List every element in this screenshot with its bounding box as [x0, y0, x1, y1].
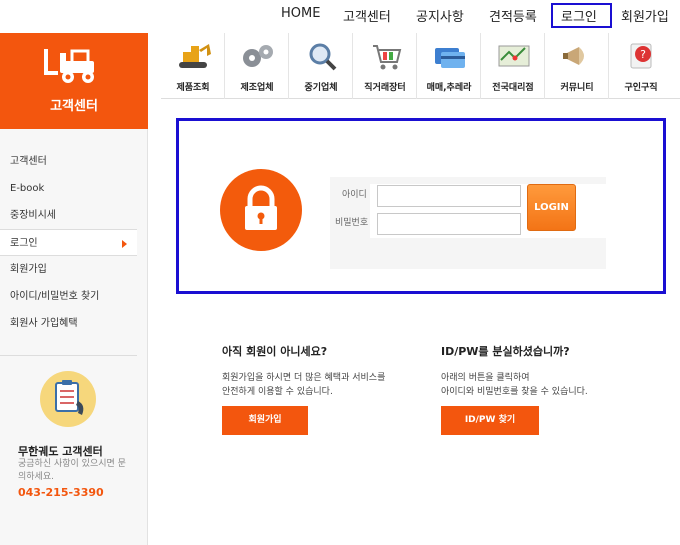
login-box: 아이디 비밀번호 LOGIN [176, 118, 666, 294]
password-label: 비밀번호 [335, 218, 369, 228]
page: HOME 고객센터 공지사항 견적등록 로그인 회원가입 고객센터 고객센터 E… [0, 0, 680, 545]
nav-quote[interactable]: 견적등록 [489, 6, 537, 25]
category-jobs[interactable]: ? 구인구직 [609, 33, 673, 99]
help-icon: ? [630, 43, 652, 69]
sidebar-divider [0, 355, 137, 356]
sidebar-title: 고객센터 [50, 99, 98, 114]
category-label: 직거래장터 [364, 83, 406, 93]
join-desc-line1: 회원가입을 하시면 더 많은 혜택과 서비스를 [222, 373, 386, 383]
svg-text:?: ? [640, 48, 646, 61]
sidebar-item-customer-center[interactable]: 고객센터 [0, 148, 148, 175]
category-community[interactable]: 커뮤니티 [545, 33, 609, 99]
cs-phone[interactable]: 043-215-3390 [18, 486, 104, 499]
sidebar-item-label: 회원사 가입혜택 [10, 318, 78, 329]
login-form: 아이디 비밀번호 LOGIN [330, 177, 606, 269]
gears-icon [243, 45, 273, 67]
top-nav: HOME 고객센터 공지사항 견적등록 로그인 회원가입 [0, 0, 680, 33]
credit-card-icon [435, 48, 465, 68]
sidebar-item-label: 회원가입 [10, 264, 47, 275]
sidebar-item-label: 아이디/비밀번호 찾기 [10, 291, 100, 302]
nav-notice[interactable]: 공지사항 [416, 6, 464, 25]
category-label: 구인구직 [624, 83, 658, 93]
category-product-search[interactable]: 제품조회 [161, 33, 225, 99]
chevron-right-icon [122, 240, 127, 248]
find-desc-line2: 아이디와 비밀번호를 찾을 수 있습니다. [441, 387, 588, 397]
nav-join[interactable]: 회원가입 [621, 6, 669, 25]
category-dealers[interactable]: 전국대리점 [481, 33, 545, 99]
join-desc-line2: 안전하게 이용할 수 있습니다. [222, 387, 333, 397]
find-title: ID/PW를 분실하셨습니까? [441, 345, 570, 358]
nav-customer-center[interactable]: 고객센터 [343, 6, 391, 25]
join-button[interactable]: 회원가입 [222, 406, 308, 435]
category-label: 커뮤니티 [560, 83, 594, 93]
sidebar-item-login[interactable]: 로그인 [0, 229, 137, 256]
find-desc-line1: 아래의 버튼을 클릭하여 [441, 373, 530, 383]
category-trade-trailer[interactable]: 매매,추레라 [417, 33, 481, 99]
category-label: 제품조회 [176, 83, 210, 93]
category-manufacturer[interactable]: 제조업체 [225, 33, 289, 99]
magnifier-icon [309, 43, 337, 71]
category-marketplace[interactable]: 직거래장터 [353, 33, 417, 99]
find-section: ID/PW를 분실하셨습니까? 아래의 버튼을 클릭하여 아이디와 비밀번호를 … [441, 343, 641, 435]
sidebar-item-label: E-book [10, 183, 45, 194]
clipboard-phone-icon [40, 371, 96, 427]
category-label: 전국대리점 [492, 83, 534, 93]
sidebar-item-label: 고객센터 [10, 156, 47, 167]
sidebar-item-price[interactable]: 중장비시세 [0, 202, 148, 229]
sidebar-item-find-id-pw[interactable]: 아이디/비밀번호 찾기 [0, 283, 148, 310]
lock-icon [220, 169, 302, 251]
category-heavy-equipment[interactable]: 중기업체 [289, 33, 353, 99]
sidebar-menu: 고객센터 E-book 중장비시세 로그인 회원가입 아이디/비밀번호 찾기 회… [0, 148, 148, 337]
category-label: 제조업체 [240, 83, 274, 93]
find-id-pw-button[interactable]: ID/PW 찾기 [441, 406, 539, 435]
excavator-icon [179, 44, 211, 68]
password-input[interactable] [377, 213, 521, 235]
sidebar-item-label: 중장비시세 [10, 210, 56, 221]
nav-home[interactable]: HOME [281, 6, 320, 21]
id-input[interactable] [377, 185, 521, 207]
map-icon [498, 45, 530, 67]
join-section: 아직 회원이 아니세요? 회원가입을 하시면 더 많은 혜택과 서비스를 안전하… [222, 343, 422, 435]
forklift-logo-icon [44, 49, 94, 83]
join-title: 아직 회원이 아니세요? [222, 345, 328, 358]
nav-login[interactable]: 로그인 [561, 6, 597, 25]
megaphone-icon [563, 47, 584, 65]
sidebar-item-join[interactable]: 회원가입 [0, 256, 148, 283]
cs-title: 무한궤도 고객센터 [18, 445, 103, 458]
cs-description: 궁금하신 사항이 있으시면 문의하세요. [18, 459, 126, 482]
sidebar-item-ebook[interactable]: E-book [0, 175, 148, 202]
cart-icon [373, 45, 402, 70]
sidebar-item-label: 로그인 [10, 238, 38, 249]
category-label: 중기업체 [304, 83, 338, 93]
sidebar-brand: 고객센터 [0, 33, 148, 129]
category-label: 매매,추레라 [426, 83, 472, 93]
sidebar-item-member-benefits[interactable]: 회원사 가입혜택 [0, 310, 148, 337]
login-button[interactable]: LOGIN [527, 184, 576, 231]
id-label: 아이디 [342, 190, 367, 200]
category-bar: 제품조회 제조업체 중기업체 직거래장터 매매,추레라 전국대리점 커뮤니티 ?… [161, 33, 680, 99]
sidebar: 고객센터 고객센터 E-book 중장비시세 로그인 회원가입 아이디/비밀번호… [0, 33, 148, 545]
